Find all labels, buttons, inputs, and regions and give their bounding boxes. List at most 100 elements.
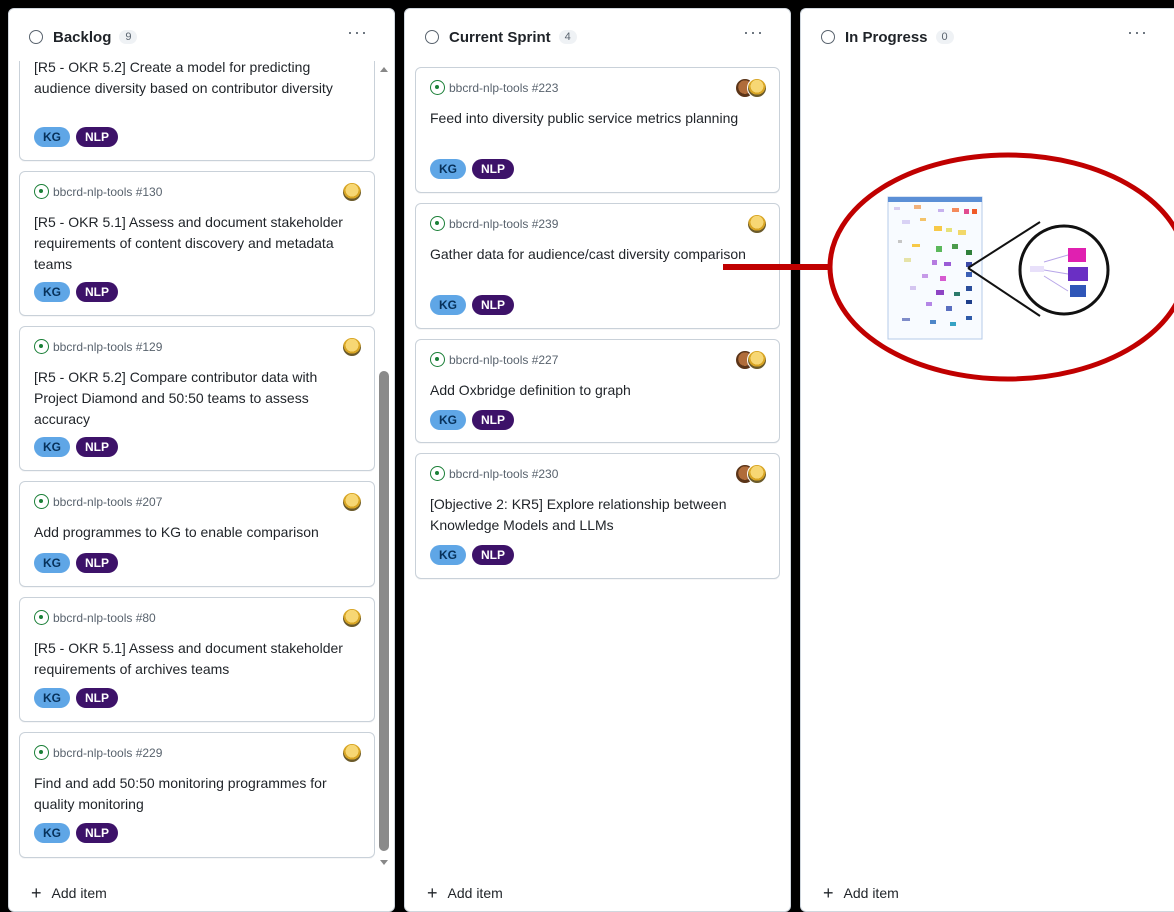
plus-icon: + — [31, 883, 42, 903]
issue-open-icon — [34, 494, 49, 509]
issue-title[interactable]: [Objective 2: KR5] Explore relationship … — [430, 494, 765, 536]
label-kg[interactable]: KG — [34, 823, 70, 843]
issue-repo-number[interactable]: bbcrd-nlp-tools #230 — [449, 467, 558, 481]
column-more-button[interactable]: ··· — [1127, 23, 1148, 41]
issue-title[interactable]: Feed into diversity public service metri… — [430, 108, 765, 129]
add-item-button[interactable]: + Add item — [823, 883, 899, 903]
avatar[interactable] — [342, 743, 362, 763]
issue-card[interactable]: bbcrd-nlp-tools #207 Add programmes to K… — [19, 481, 375, 587]
label-list: KG NLP — [34, 127, 118, 147]
issue-card[interactable]: bbcrd-nlp-tools #223 Feed into diversity… — [415, 67, 780, 193]
scroll-up-arrow-icon[interactable] — [380, 67, 388, 72]
issue-repo-number[interactable]: bbcrd-nlp-tools #239 — [449, 217, 558, 231]
label-kg[interactable]: KG — [430, 545, 466, 565]
label-nlp[interactable]: NLP — [472, 295, 514, 315]
label-nlp[interactable]: NLP — [472, 159, 514, 179]
issue-card[interactable]: [R5 - OKR 5.2] Create a model for predic… — [19, 61, 375, 161]
issue-meta: bbcrd-nlp-tools #129 — [34, 339, 162, 354]
label-kg[interactable]: KG — [430, 295, 466, 315]
issue-open-icon — [34, 745, 49, 760]
label-kg[interactable]: KG — [34, 553, 70, 573]
label-nlp[interactable]: NLP — [76, 823, 118, 843]
column-title: Current Sprint — [449, 28, 551, 46]
avatar[interactable] — [342, 182, 362, 202]
label-kg[interactable]: KG — [34, 282, 70, 302]
issue-card[interactable]: bbcrd-nlp-tools #130 [R5 - OKR 5.1] Asse… — [19, 171, 375, 316]
in-progress-header: In Progress 0 ··· — [821, 23, 1162, 50]
issue-card[interactable]: bbcrd-nlp-tools #80 [R5 - OKR 5.1] Asses… — [19, 597, 375, 722]
issue-repo-number[interactable]: bbcrd-nlp-tools #229 — [53, 746, 162, 760]
label-nlp[interactable]: NLP — [76, 127, 118, 147]
scrollbar-thumb[interactable] — [379, 371, 389, 851]
plus-icon: + — [823, 883, 834, 903]
column-count: 0 — [935, 30, 954, 44]
issue-repo-number[interactable]: bbcrd-nlp-tools #130 — [53, 185, 162, 199]
assignees[interactable] — [342, 492, 362, 512]
label-nlp[interactable]: NLP — [472, 545, 514, 565]
label-nlp[interactable]: NLP — [76, 282, 118, 302]
label-nlp[interactable]: NLP — [76, 553, 118, 573]
issue-repo-number[interactable]: bbcrd-nlp-tools #80 — [53, 611, 156, 625]
issue-title[interactable]: Add Oxbridge definition to graph — [430, 380, 765, 401]
label-kg[interactable]: KG — [34, 127, 70, 147]
column-more-button[interactable]: ··· — [743, 23, 764, 41]
issue-card[interactable]: bbcrd-nlp-tools #227 Add Oxbridge defini… — [415, 339, 780, 443]
avatar[interactable] — [342, 492, 362, 512]
backlog-column: Backlog 9 ··· [R5 - OKR 5.2] Create a mo… — [8, 8, 395, 912]
issue-card[interactable]: bbcrd-nlp-tools #239 Gather data for aud… — [415, 203, 780, 329]
issue-repo-number[interactable]: bbcrd-nlp-tools #207 — [53, 495, 162, 509]
label-nlp[interactable]: NLP — [76, 688, 118, 708]
label-nlp[interactable]: NLP — [472, 410, 514, 430]
assignees[interactable] — [342, 743, 362, 763]
issue-open-icon — [430, 216, 445, 231]
issue-title[interactable]: Find and add 50:50 monitoring programmes… — [34, 773, 360, 815]
avatar[interactable] — [747, 464, 767, 484]
assignees[interactable] — [342, 337, 362, 357]
issue-title[interactable]: [R5 - OKR 5.2] Compare contributor data … — [34, 367, 360, 430]
issue-meta: bbcrd-nlp-tools #227 — [430, 352, 558, 367]
backlog-scrollbar[interactable] — [378, 61, 390, 869]
status-circle-icon — [29, 30, 43, 44]
issue-repo-number[interactable]: bbcrd-nlp-tools #129 — [53, 340, 162, 354]
assignees[interactable] — [747, 214, 767, 234]
sprint-card-list: bbcrd-nlp-tools #223 Feed into diversity… — [415, 61, 790, 869]
label-kg[interactable]: KG — [430, 410, 466, 430]
avatar[interactable] — [747, 350, 767, 370]
issue-title[interactable]: Add programmes to KG to enable compariso… — [34, 522, 360, 543]
assignees[interactable] — [735, 464, 767, 484]
issue-title[interactable]: [R5 - OKR 5.1] Assess and document stake… — [34, 638, 360, 680]
issue-repo-number[interactable]: bbcrd-nlp-tools #223 — [449, 81, 558, 95]
label-nlp[interactable]: NLP — [76, 437, 118, 457]
avatar[interactable] — [342, 337, 362, 357]
avatar[interactable] — [342, 608, 362, 628]
current-sprint-header: Current Sprint 4 ··· — [425, 23, 778, 50]
label-kg[interactable]: KG — [34, 437, 70, 457]
scroll-down-arrow-icon[interactable] — [380, 860, 388, 865]
issue-card[interactable]: bbcrd-nlp-tools #230 [Objective 2: KR5] … — [415, 453, 780, 579]
avatar[interactable] — [747, 78, 767, 98]
issue-card[interactable]: bbcrd-nlp-tools #229 Find and add 50:50 … — [19, 732, 375, 858]
backlog-card-list: [R5 - OKR 5.2] Create a model for predic… — [19, 61, 376, 869]
issue-title[interactable]: [R5 - OKR 5.2] Create a model for predic… — [34, 61, 360, 99]
assignees[interactable] — [735, 350, 767, 370]
assignees[interactable] — [342, 182, 362, 202]
label-list: KG NLP — [34, 282, 118, 302]
issue-meta: bbcrd-nlp-tools #230 — [430, 466, 558, 481]
plus-icon: + — [427, 883, 438, 903]
issue-title[interactable]: [R5 - OKR 5.1] Assess and document stake… — [34, 212, 360, 275]
label-kg[interactable]: KG — [430, 159, 466, 179]
issue-open-icon — [430, 80, 445, 95]
add-item-button[interactable]: + Add item — [427, 883, 503, 903]
issue-card[interactable]: bbcrd-nlp-tools #129 [R5 - OKR 5.2] Comp… — [19, 326, 375, 471]
issue-repo-number[interactable]: bbcrd-nlp-tools #227 — [449, 353, 558, 367]
add-item-label: Add item — [843, 885, 899, 901]
assignees[interactable] — [342, 608, 362, 628]
issue-title[interactable]: Gather data for audience/cast diversity … — [430, 244, 765, 265]
label-kg[interactable]: KG — [34, 688, 70, 708]
current-sprint-column: Current Sprint 4 ··· bbcrd-nlp-tools #22… — [404, 8, 791, 912]
column-more-button[interactable]: ··· — [347, 23, 368, 41]
assignees[interactable] — [735, 78, 767, 98]
add-item-button[interactable]: + Add item — [31, 883, 107, 903]
add-item-label: Add item — [51, 885, 107, 901]
avatar[interactable] — [747, 214, 767, 234]
